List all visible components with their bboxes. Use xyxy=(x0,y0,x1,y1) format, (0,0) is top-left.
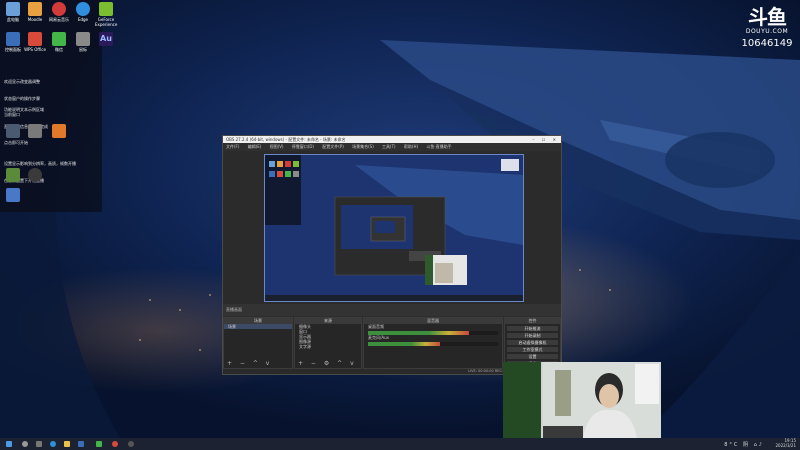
volume-icon[interactable]: ♪ xyxy=(759,442,764,448)
settings-button[interactable]: 设置 xyxy=(507,354,558,359)
obs-taskbar-icon[interactable] xyxy=(128,441,134,447)
audio-mixer-dock: 混音器 桌面音频 麦克风/Aux xyxy=(363,317,503,369)
audition-icon: Au xyxy=(99,32,113,46)
desktop-icon-wechat[interactable]: 微信 xyxy=(48,32,70,52)
sources-toolbar[interactable]: + − ⚙ ^ v xyxy=(298,360,357,367)
mixer-channel-name: 桌面音频 xyxy=(368,324,384,329)
desktop-icon-geforce-2[interactable] xyxy=(2,168,24,183)
obs-menubar: 文件(F) 编辑(E) 视图(V) 停靠窗口(D) 配置文件(P) 场景集合(S… xyxy=(223,143,561,151)
computer-icon xyxy=(6,2,20,16)
preview-capture xyxy=(265,155,523,301)
wechat-taskbar-icon[interactable] xyxy=(96,441,102,447)
desktop-icon-mouse[interactable]: 鼠标 xyxy=(72,32,94,52)
douyu-watermark: 斗鱼 DOUYU.COM 10646149 xyxy=(738,6,796,49)
app-icon xyxy=(6,168,20,182)
geforce-icon xyxy=(99,2,113,16)
audio-meter xyxy=(368,331,498,335)
edge-taskbar-icon[interactable] xyxy=(50,441,56,447)
clock[interactable]: 19:15 2022/3/21 xyxy=(775,438,796,450)
obs-icon xyxy=(28,168,42,182)
explorer-icon[interactable] xyxy=(64,441,70,447)
window-controls[interactable]: – ☐ ✕ xyxy=(533,136,559,143)
sources-dock: 来源 摄像头 窗口 显示器 图像源 文字源 + − ⚙ ^ v xyxy=(294,317,362,369)
control-panel-icon xyxy=(6,32,20,46)
system-tray[interactable]: 8°C 阴 ⌂♪ xyxy=(724,441,764,448)
taskbar: 8°C 阴 ⌂♪ 19:15 2022/3/21 xyxy=(0,438,800,450)
audio-meter xyxy=(368,342,498,346)
douyu-logo: 斗鱼 xyxy=(748,5,787,29)
douyu-site: DOUYU.COM xyxy=(745,28,789,35)
desktop-icon-audition[interactable]: Au xyxy=(95,32,117,47)
desktop-icon-app-gray[interactable] xyxy=(24,124,46,139)
app-icon xyxy=(28,124,42,138)
desktop-icon-wps[interactable]: WPS Office xyxy=(24,32,46,52)
obs-preview-label: 直播画面 xyxy=(223,304,561,316)
menu-view[interactable]: 视图(V) xyxy=(270,144,284,149)
menu-docks[interactable]: 停靠窗口(D) xyxy=(292,144,314,149)
source-item[interactable]: 文字源 xyxy=(295,344,361,349)
menu-douyu[interactable]: 斗鱼·直播助手 xyxy=(426,144,451,149)
folder-icon xyxy=(6,188,20,202)
desktop-icon-music[interactable]: 网易云音乐 xyxy=(48,2,70,22)
webcam-overlay xyxy=(503,362,661,438)
virtual-camera-button[interactable]: 启动虚拟摄像机 xyxy=(507,340,558,345)
obs-title: OBS 27.2.4 (64-bit, windows) - 配置文件: 未命名… xyxy=(226,137,346,142)
desktop-icon-recycle[interactable] xyxy=(2,124,24,139)
wechat-icon xyxy=(52,32,66,46)
studio-mode-button[interactable]: 工作室模式 xyxy=(507,347,558,352)
desktop-icon-geforce[interactable]: GeForce Experience xyxy=(95,2,117,27)
menu-profile[interactable]: 配置文件(P) xyxy=(322,144,344,149)
wps-icon xyxy=(28,32,42,46)
desktop-icon-control-panel[interactable]: 控制面板 xyxy=(2,32,24,52)
weather-label[interactable]: 8°C 阴 xyxy=(724,442,750,448)
desktop-icon-folder[interactable] xyxy=(2,188,24,203)
start-icon[interactable] xyxy=(6,441,12,447)
controls-title: 控件 xyxy=(505,318,560,324)
scenes-toolbar[interactable]: + − ^ v xyxy=(227,360,272,367)
task-view-icon[interactable] xyxy=(36,441,42,447)
desktop-icon-obs[interactable] xyxy=(24,168,46,183)
music-icon xyxy=(52,2,66,16)
room-id: 10646149 xyxy=(741,38,793,49)
webcam-feed xyxy=(503,362,661,438)
desktop-icon-moodle[interactable]: Moodle xyxy=(24,2,46,22)
mouse-icon xyxy=(76,32,90,46)
mixer-channel-name: 麦克风/Aux xyxy=(368,335,389,340)
app-icon xyxy=(28,2,42,16)
edge-icon xyxy=(76,2,90,16)
clock-date: 2022/3/21 xyxy=(775,443,796,448)
obs-window[interactable]: OBS 27.2.4 (64-bit, windows) - 配置文件: 未命名… xyxy=(222,135,562,375)
search-icon[interactable] xyxy=(22,441,28,447)
menu-file[interactable]: 文件(F) xyxy=(226,144,239,149)
obs-preview-canvas[interactable] xyxy=(264,154,524,302)
store-icon[interactable] xyxy=(78,441,84,447)
app-icon xyxy=(52,124,66,138)
start-streaming-button[interactable]: 开始推流 xyxy=(507,326,558,331)
recycle-bin-icon xyxy=(6,124,20,138)
desktop-icon-panel: 此电脑 Moodle 网易云音乐 Edge GeForce Experience… xyxy=(0,0,117,212)
menu-help[interactable]: 帮助(H) xyxy=(404,144,418,149)
app-taskbar-icon[interactable] xyxy=(112,441,118,447)
menu-tools[interactable]: 工具(T) xyxy=(382,144,396,149)
menu-edit[interactable]: 编辑(E) xyxy=(248,144,262,149)
obs-titlebar[interactable]: OBS 27.2.4 (64-bit, windows) - 配置文件: 未命名… xyxy=(223,136,561,143)
desktop-icon-app-orange[interactable] xyxy=(48,124,70,139)
menu-scene-collection[interactable]: 场景集合(S) xyxy=(352,144,374,149)
scene-item[interactable]: 场景 xyxy=(224,324,292,329)
desktop-icon-this-pc[interactable]: 此电脑 xyxy=(2,2,24,22)
start-recording-button[interactable]: 开始录制 xyxy=(507,333,558,338)
scenes-dock: 场景 场景 + − ^ v xyxy=(223,317,293,369)
desktop-icon-edge[interactable]: Edge xyxy=(72,2,94,22)
